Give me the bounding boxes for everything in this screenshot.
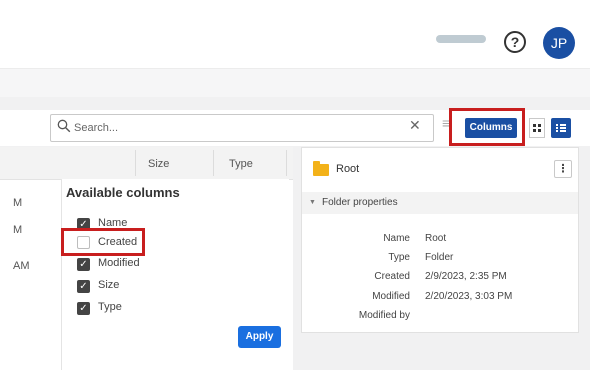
top-header: [0, 0, 590, 69]
table-row-fragment: M: [13, 197, 23, 209]
folder-properties-title[interactable]: Folder properties: [322, 197, 398, 208]
column-divider[interactable]: [135, 150, 136, 176]
apply-button[interactable]: Apply: [238, 326, 281, 348]
table-row-fragment: AM: [13, 260, 30, 272]
property-key: Name: [383, 233, 410, 244]
search-icon: [57, 119, 71, 133]
column-header-size[interactable]: Size: [148, 158, 169, 170]
columns-button[interactable]: Columns: [465, 118, 517, 138]
property-value: Root: [425, 233, 447, 244]
size-checkbox[interactable]: ✓: [77, 280, 90, 293]
grid-view-icon: [533, 124, 541, 132]
more-options-button[interactable]: ⋮: [554, 160, 572, 178]
highlight-box-created: [61, 228, 145, 256]
help-icon[interactable]: ?: [504, 31, 526, 53]
list-view-button[interactable]: [551, 118, 571, 138]
avatar[interactable]: JP: [543, 27, 575, 59]
size-checkbox-label[interactable]: Size: [98, 279, 119, 291]
modified-checkbox[interactable]: ✓: [77, 258, 90, 271]
property-value: 2/9/2023, 2:35 PM: [425, 271, 507, 282]
column-header-type[interactable]: Type: [229, 158, 253, 170]
property-value: Folder: [425, 252, 454, 263]
chevron-down-icon[interactable]: ▼: [309, 199, 316, 206]
column-divider[interactable]: [286, 150, 287, 176]
table-row-fragment: M: [13, 224, 23, 236]
subheader-band: [0, 69, 590, 97]
column-divider[interactable]: [213, 150, 214, 176]
grid-view-button[interactable]: [529, 118, 545, 138]
property-key: Type: [388, 252, 410, 263]
type-checkbox-label[interactable]: Type: [98, 301, 122, 313]
modified-checkbox-label[interactable]: Modified: [98, 257, 140, 269]
dropdown-title: Available columns: [66, 185, 180, 200]
user-name-blurred: [436, 35, 486, 43]
folder-name: Root: [336, 163, 360, 175]
property-key: Created: [374, 271, 410, 282]
property-value: 2/20/2023, 3:03 PM: [425, 291, 513, 302]
clear-search-icon[interactable]: ✕: [409, 117, 421, 134]
property-key: Modified: [372, 291, 410, 302]
folder-icon: [313, 164, 329, 176]
search-input[interactable]: [74, 116, 394, 140]
list-view-icon: [556, 124, 566, 132]
property-key: Modified by: [358, 310, 410, 321]
type-checkbox[interactable]: ✓: [77, 302, 90, 315]
